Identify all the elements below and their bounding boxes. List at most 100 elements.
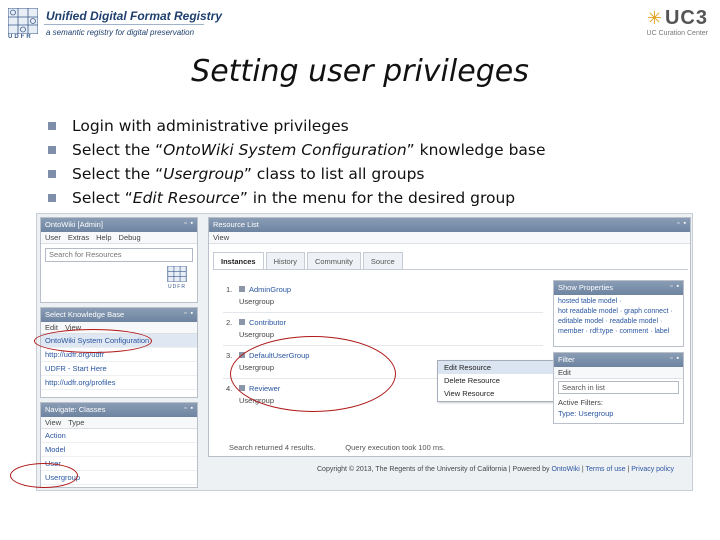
menu-extras[interactable]: Extras [68,233,89,242]
resource-tabs: Instances History Community Source [213,252,405,269]
menu-view[interactable]: View [45,418,61,427]
query-time: Query execution took 100 ms. [345,443,445,452]
resource-link[interactable]: DefaultUserGroup [249,351,309,360]
resource-window-title: Resource List ▫ ▪ [209,218,690,232]
menu-edit[interactable]: Edit [45,323,58,332]
window-controls-icon[interactable]: ▫ ▪ [677,220,687,227]
knowledge-base-window: Select Knowledge Base ▫ ▪ Edit View Onto… [40,307,198,398]
active-filter-value[interactable]: Type: Usergroup [554,409,683,418]
row-divider [223,345,543,346]
udfr-wordmark: UDFR [8,34,33,40]
edit-resource-menu-item[interactable]: Edit Resource [438,361,554,374]
instruction-text: Select “Edit Resource” in the menu for t… [72,189,516,207]
resource-class: Usergroup [239,297,275,306]
menu-help[interactable]: Help [96,233,111,242]
properties-window: Show Properties ▫ ▪ hosted table model ·… [553,280,684,347]
bullet-square-icon [48,146,56,154]
uc3-subtitle: UC Curation Center [646,30,708,37]
admin-window: OntoWiki [Admin] ▫ ▪ User Extras Help De… [40,217,198,303]
admin-menu-bar: User Extras Help Debug [41,232,197,244]
row-divider [223,312,543,313]
classes-menu-bar: View Type [41,417,197,429]
list-item: 2. Contributor Usergroup [223,315,543,348]
slide-title: Setting user privileges [191,54,529,89]
udfr-logo-icon [7,7,39,35]
properties-window-title: Show Properties ▫ ▪ [554,281,683,295]
filter-window: Filter ▫ ▪ Edit Search in list Active Fi… [553,352,684,424]
resource-class: Usergroup [239,330,275,339]
active-filters-label: Active Filters: [558,398,604,407]
property-line[interactable]: hosted table model · [558,297,679,307]
menu-type[interactable]: Type [68,418,84,427]
result-count: Search returned 4 results. [229,443,316,452]
resource-context-menu: Edit Resource Delete Resource View Resou… [437,360,555,402]
delete-resource-menu-item[interactable]: Delete Resource [438,374,554,387]
menu-toggle-icon[interactable] [239,319,245,325]
resource-search-input[interactable]: Search for Resources [45,248,193,262]
kb-item-profiles[interactable]: http://udfr.org/profiles [41,376,197,390]
admin-window-title: OntoWiki [Admin] ▫ ▪ [41,218,197,232]
class-item-action[interactable]: Action [41,429,197,443]
classes-window: Navigate: Classes ▫ ▪ View Type Action M… [40,402,198,488]
menu-edit[interactable]: Edit [558,368,571,377]
kb-window-title: Select Knowledge Base ▫ ▪ [41,308,197,322]
menu-toggle-icon[interactable] [239,385,245,391]
property-line[interactable]: editable model · readable model · [558,317,679,327]
resource-link[interactable]: Contributor [249,318,286,327]
udfr-small-wordmark: UDFR [168,284,186,290]
result-status: Search returned 4 results. Query executi… [229,443,445,452]
menu-view[interactable]: View [65,323,81,332]
kb-item-start-here[interactable]: UDFR - Start Here [41,362,197,376]
bullet-square-icon [48,122,56,130]
privacy-link[interactable]: Privacy policy [631,466,674,473]
uc3-logo: ✳ UC3 UC Curation Center [647,8,708,37]
instruction-list: Login with administrative privileges Sel… [48,114,546,210]
copyright-footer: Copyright © 2013, The Regents of the Uni… [317,466,674,473]
filter-window-title: Filter ▫ ▪ [554,353,683,367]
class-item-usergroup[interactable]: Usergroup [41,471,197,485]
tab-source[interactable]: Source [362,252,403,269]
uc3-wordmark: UC3 [664,7,708,29]
window-controls-icon[interactable]: ▫ ▪ [184,310,194,317]
filter-search-input[interactable]: Search in list [558,381,679,394]
ontowiki-link[interactable]: OntoWiki [551,466,579,473]
terms-link[interactable]: Terms of use [585,466,625,473]
window-controls-icon[interactable]: ▫ ▪ [184,405,194,412]
menu-user[interactable]: User [45,233,61,242]
tab-history[interactable]: History [265,252,305,269]
window-controls-icon[interactable]: ▫ ▪ [184,220,194,227]
copyright-text: Copyright © 2013, The Regents of the Uni… [317,466,552,473]
tab-community[interactable]: Community [306,252,361,269]
property-line[interactable]: member · rdf:type · comment · label [558,327,679,337]
menu-toggle-icon[interactable] [239,352,245,358]
filter-menu-bar: Edit [554,367,683,379]
instruction-item: Select “Edit Resource” in the menu for t… [48,186,546,210]
class-item-user[interactable]: User [41,457,197,471]
uc3-star-icon: ✳ [646,8,662,28]
menu-debug[interactable]: Debug [119,233,141,242]
header-divider [44,24,204,25]
menu-toggle-icon[interactable] [239,286,245,292]
bullet-square-icon [48,194,56,202]
view-resource-menu-item[interactable]: View Resource [438,387,554,400]
ontowiki-screenshot: OntoWiki [Admin] ▫ ▪ User Extras Help De… [36,213,693,491]
registry-title: Unified Digital Format Registry [46,9,223,23]
property-line[interactable]: hot readable model · graph connect · [558,307,679,317]
resource-menu-bar: View [209,232,690,244]
kb-menu-bar: Edit View [41,322,197,334]
tab-instances[interactable]: Instances [213,252,264,269]
kb-item-udfr[interactable]: http://udfr.org/udfr [41,348,197,362]
menu-view[interactable]: View [213,233,229,242]
resource-link[interactable]: Reviewer [249,384,280,393]
kb-item-system-configuration[interactable]: OntoWiki System Configuration [41,334,197,348]
instruction-text: Login with administrative privileges [72,117,349,135]
bullet-square-icon [48,170,56,178]
udfr-small-logo-icon: UDFR [165,265,189,294]
instruction-item: Select the “OntoWiki System Configuratio… [48,138,546,162]
class-item-model[interactable]: Model [41,443,197,457]
window-controls-icon[interactable]: ▫ ▪ [670,355,680,362]
resource-link[interactable]: AdminGroup [249,285,291,294]
window-controls-icon[interactable]: ▫ ▪ [670,283,680,290]
item-number: 4. [226,384,233,393]
item-number: 1. [226,285,233,294]
